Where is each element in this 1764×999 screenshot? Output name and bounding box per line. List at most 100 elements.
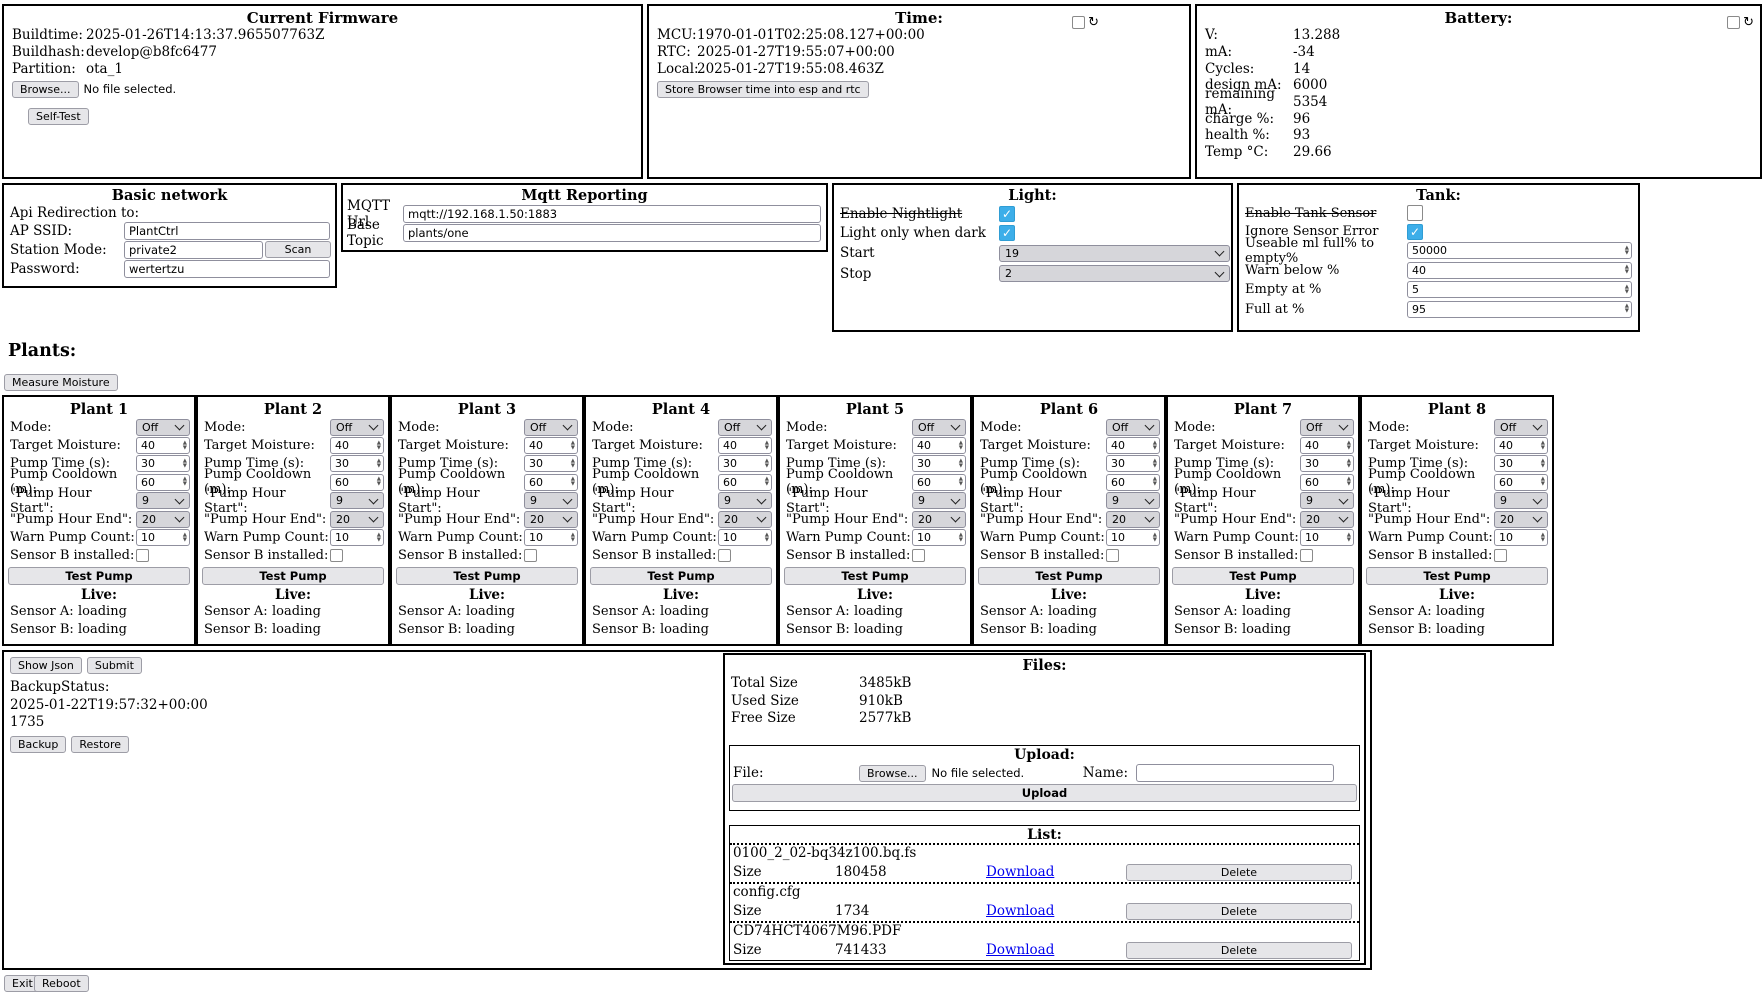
download-link[interactable]: Download [986, 942, 1126, 958]
number-spinner[interactable]: ▲▼ [1347, 441, 1351, 451]
pump-time-input[interactable]: 30▲▼ [912, 455, 966, 472]
sensor-b-installed-checkbox[interactable]: ✓ [1106, 549, 1119, 562]
pump-cooldown-input[interactable]: 60▲▼ [524, 474, 578, 491]
base-topic-input[interactable] [403, 224, 821, 242]
number-spinner[interactable]: ▲▼ [959, 459, 963, 469]
warn-pump-count-input[interactable]: 10▲▼ [136, 529, 190, 546]
number-spinner[interactable]: ▲▼ [1625, 285, 1629, 295]
enable-nightlight-checkbox[interactable]: ✓ [999, 206, 1015, 222]
pump-hour-end-select[interactable]: 20 [1106, 511, 1160, 528]
warn-pump-count-input[interactable]: 10▲▼ [912, 529, 966, 546]
target-moisture-input[interactable]: 40▲▼ [330, 437, 384, 454]
number-spinner[interactable]: ▲▼ [183, 533, 187, 543]
password-input[interactable] [124, 260, 330, 278]
number-spinner[interactable]: ▲▼ [183, 441, 187, 451]
ap-ssid-input[interactable] [124, 222, 330, 240]
firmware-browse-button[interactable]: Browse... [12, 81, 79, 98]
test-pump-button[interactable]: Test Pump [202, 567, 384, 585]
test-pump-button[interactable]: Test Pump [8, 567, 190, 585]
sensor-b-installed-checkbox[interactable]: ✓ [912, 549, 925, 562]
target-moisture-input[interactable]: 40▲▼ [136, 437, 190, 454]
sensor-b-installed-checkbox[interactable]: ✓ [718, 549, 731, 562]
number-spinner[interactable]: ▲▼ [183, 477, 187, 487]
number-spinner[interactable]: ▲▼ [571, 459, 575, 469]
number-spinner[interactable]: ▲▼ [1153, 459, 1157, 469]
number-spinner[interactable]: ▲▼ [571, 441, 575, 451]
pump-time-input[interactable]: 30▲▼ [1300, 455, 1354, 472]
ignore-sensor-error-checkbox[interactable]: ✓ [1407, 224, 1423, 240]
number-spinner[interactable]: ▲▼ [1153, 441, 1157, 451]
enable-tank-sensor-checkbox[interactable]: ✓ [1407, 205, 1423, 221]
target-moisture-input[interactable]: 40▲▼ [718, 437, 772, 454]
mode-select[interactable]: Off [136, 419, 190, 436]
pump-cooldown-input[interactable]: 60▲▼ [330, 474, 384, 491]
number-spinner[interactable]: ▲▼ [959, 533, 963, 543]
pump-cooldown-input[interactable]: 60▲▼ [1494, 474, 1548, 491]
number-spinner[interactable]: ▲▼ [377, 441, 381, 451]
number-spinner[interactable]: ▲▼ [1625, 304, 1629, 314]
pump-cooldown-input[interactable]: 60▲▼ [136, 474, 190, 491]
warn-pump-count-input[interactable]: 10▲▼ [718, 529, 772, 546]
target-moisture-input[interactable]: 40▲▼ [1106, 437, 1160, 454]
light-start-select[interactable]: 19 [999, 245, 1230, 262]
test-pump-button[interactable]: Test Pump [1366, 567, 1548, 585]
download-link[interactable]: Download [986, 864, 1126, 880]
warn-pump-count-input[interactable]: 10▲▼ [524, 529, 578, 546]
sensor-b-installed-checkbox[interactable]: ✓ [1494, 549, 1507, 562]
warn-pump-count-input[interactable]: 10▲▼ [1494, 529, 1548, 546]
pump-time-input[interactable]: 30▲▼ [330, 455, 384, 472]
number-spinner[interactable]: ▲▼ [377, 533, 381, 543]
target-moisture-input[interactable]: 40▲▼ [1300, 437, 1354, 454]
number-spinner[interactable]: ▲▼ [1347, 459, 1351, 469]
number-spinner[interactable]: ▲▼ [1153, 477, 1157, 487]
mode-select[interactable]: Off [330, 419, 384, 436]
upload-button[interactable]: Upload [732, 784, 1357, 802]
pump-time-input[interactable]: 30▲▼ [524, 455, 578, 472]
reboot-button[interactable]: Reboot [34, 975, 89, 992]
mqtt-url-input[interactable] [403, 205, 821, 223]
test-pump-button[interactable]: Test Pump [1172, 567, 1354, 585]
number-spinner[interactable]: ▲▼ [959, 441, 963, 451]
test-pump-button[interactable]: Test Pump [784, 567, 966, 585]
mode-select[interactable]: Off [1300, 419, 1354, 436]
delete-button[interactable]: Delete [1126, 864, 1352, 881]
number-spinner[interactable]: ▲▼ [1541, 477, 1545, 487]
warn-below-input[interactable]: 40▲▼ [1407, 262, 1632, 279]
mode-select[interactable]: Off [912, 419, 966, 436]
submit-button[interactable]: Submit [87, 657, 142, 674]
empty-at-input[interactable]: 5▲▼ [1407, 281, 1632, 298]
store-browser-time-button[interactable]: Store Browser time into esp and rtc [657, 81, 869, 98]
useable-ml-input[interactable]: 50000▲▼ [1407, 242, 1632, 259]
number-spinner[interactable]: ▲▼ [1541, 459, 1545, 469]
test-pump-button[interactable]: Test Pump [978, 567, 1160, 585]
delete-button[interactable]: Delete [1126, 903, 1352, 920]
test-pump-button[interactable]: Test Pump [590, 567, 772, 585]
pump-hour-start-select[interactable]: 9 [1106, 492, 1160, 509]
pump-hour-end-select[interactable]: 20 [524, 511, 578, 528]
target-moisture-input[interactable]: 40▲▼ [524, 437, 578, 454]
warn-pump-count-input[interactable]: 10▲▼ [1106, 529, 1160, 546]
restore-button[interactable]: Restore [71, 736, 129, 753]
battery-auto-refresh-checkbox[interactable]: ✓ [1727, 16, 1740, 29]
pump-cooldown-input[interactable]: 60▲▼ [1106, 474, 1160, 491]
backup-button[interactable]: Backup [10, 736, 66, 753]
pump-hour-end-select[interactable]: 20 [912, 511, 966, 528]
number-spinner[interactable]: ▲▼ [765, 459, 769, 469]
refresh-icon[interactable]: ↻ [1743, 16, 1754, 29]
pump-hour-end-select[interactable]: 20 [718, 511, 772, 528]
number-spinner[interactable]: ▲▼ [1541, 533, 1545, 543]
pump-hour-end-select[interactable]: 20 [1300, 511, 1354, 528]
sensor-b-installed-checkbox[interactable]: ✓ [524, 549, 537, 562]
scan-button[interactable]: Scan [265, 241, 331, 258]
pump-hour-start-select[interactable]: 9 [330, 492, 384, 509]
number-spinner[interactable]: ▲▼ [377, 459, 381, 469]
test-pump-button[interactable]: Test Pump [396, 567, 578, 585]
number-spinner[interactable]: ▲▼ [1347, 533, 1351, 543]
mode-select[interactable]: Off [1494, 419, 1548, 436]
number-spinner[interactable]: ▲▼ [1625, 265, 1629, 275]
measure-moisture-button[interactable]: Measure Moisture [4, 374, 118, 391]
pump-time-input[interactable]: 30▲▼ [1106, 455, 1160, 472]
upload-name-input[interactable] [1136, 764, 1334, 782]
pump-cooldown-input[interactable]: 60▲▼ [912, 474, 966, 491]
number-spinner[interactable]: ▲▼ [183, 459, 187, 469]
